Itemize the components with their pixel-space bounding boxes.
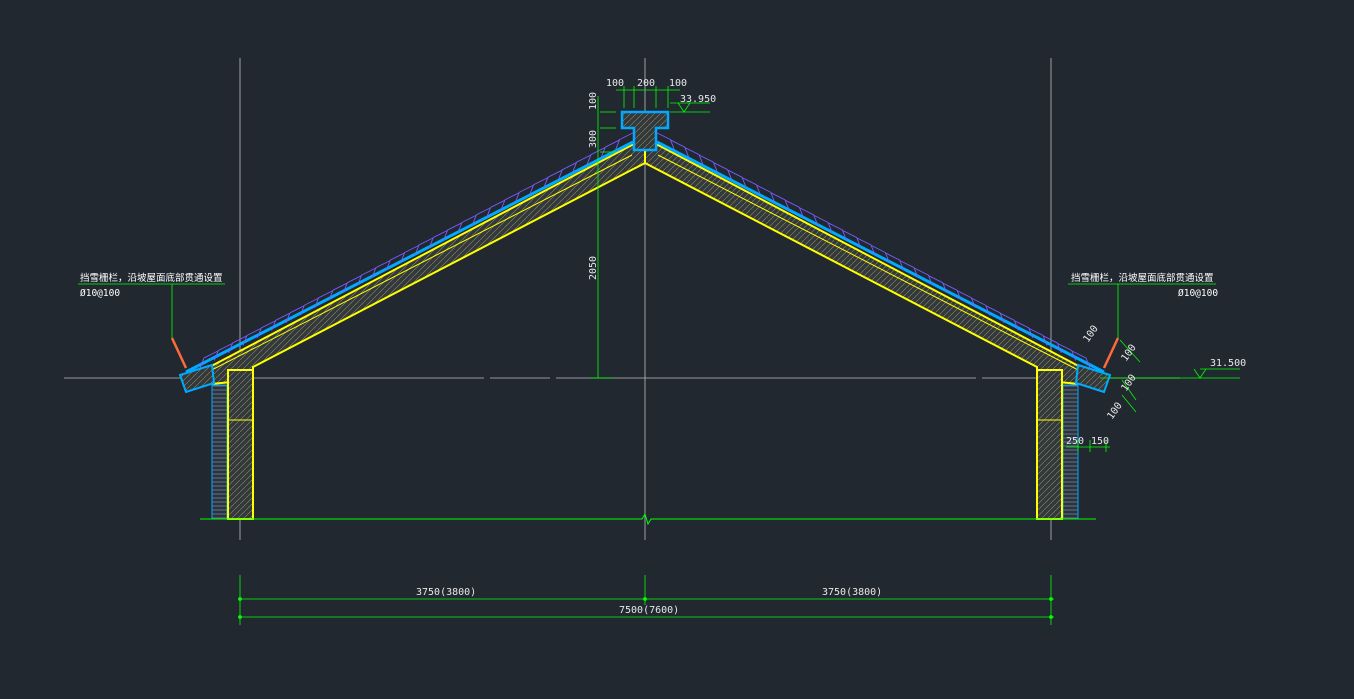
dim-top-right: 100 — [669, 78, 687, 89]
left-roof-slab — [199, 144, 646, 387]
dim-ridge-cap-100: 100 — [588, 92, 599, 110]
notes: 挡雪栅栏，沿坡屋面底部贯通设置 Ø10@100 挡雪栅栏，沿坡屋面底部贯通设置 … — [80, 272, 1218, 299]
right-snow-fence — [1102, 337, 1120, 369]
bottom-dim-text: 3750(3800) 3750(3800) 7500(7600) — [416, 587, 882, 616]
dim-eave-level: 31.500 — [1210, 358, 1246, 369]
right-layer-yellow — [657, 154, 1091, 377]
dim-rise: 2050 — [588, 256, 599, 280]
floor-line — [200, 512, 1096, 526]
dim-ridge-level: 33.950 — [680, 94, 716, 105]
left-eave-gutter — [178, 363, 216, 394]
dim-top-left: 100 — [606, 78, 624, 89]
dim-ridge-cap-300: 300 — [588, 130, 599, 148]
left-wall — [227, 369, 254, 520]
note-left-title: 挡雪栅栏，沿坡屋面底部贯通设置 — [80, 272, 223, 284]
note-left-spec: Ø10@100 — [80, 288, 120, 299]
dim-eave-100-a: 100 — [1081, 324, 1100, 345]
dim-wall-150: 150 — [1091, 436, 1109, 447]
dim-eave-100-d: 100 — [1105, 401, 1124, 422]
roof-section-drawing: 100 200 100 33.950 100 300 2050 31.500 1… — [64, 58, 1246, 625]
left-layer-yellow — [199, 154, 633, 377]
dim-total: 7500(7600) — [619, 605, 679, 616]
dim-half-left: 3750(3800) — [416, 587, 476, 598]
left-insulation-line — [185, 140, 634, 374]
dim-top-mid: 200 — [637, 78, 655, 89]
note-leaders — [78, 283, 1216, 338]
dim-half-right: 3750(3800) — [822, 587, 882, 598]
dim-eave-100-b: 100 — [1119, 343, 1138, 364]
dim-wall-250: 250 — [1066, 436, 1084, 447]
right-roof-slab — [644, 144, 1091, 387]
right-insulation-line — [656, 140, 1105, 374]
note-right-title: 挡雪栅栏，沿坡屋面底部贯通设置 — [1071, 272, 1214, 284]
right-wall — [1036, 369, 1063, 520]
right-eave-gutter — [1074, 363, 1112, 394]
note-right-spec: Ø10@100 — [1178, 288, 1218, 299]
left-snow-fence — [170, 337, 188, 369]
right-wall-insulation — [1062, 384, 1079, 520]
dim-eave-100-c: 100 — [1119, 373, 1138, 394]
bottom-dimensions — [238, 575, 1054, 625]
left-wall-insulation — [211, 384, 228, 520]
